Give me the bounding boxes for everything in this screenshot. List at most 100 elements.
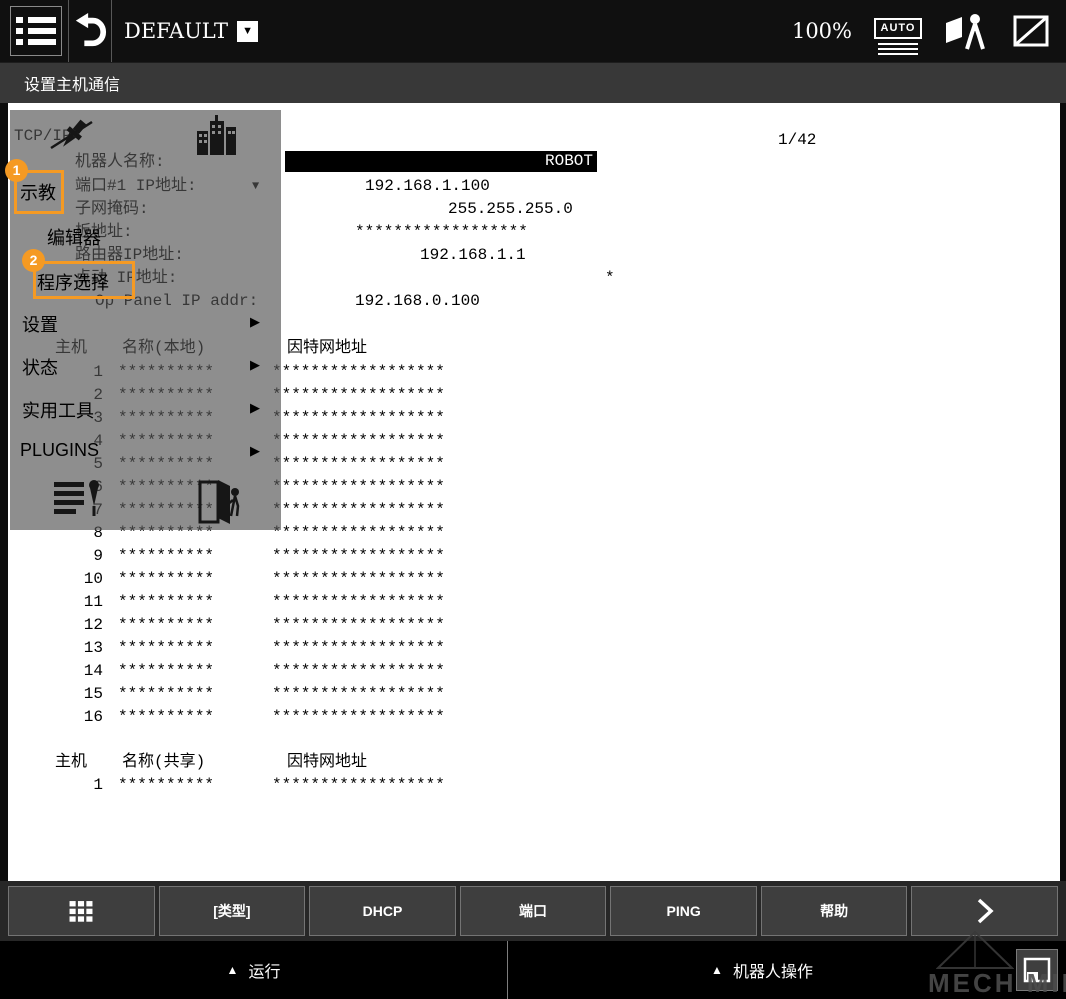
host-addr[interactable]: ****************** bbox=[272, 706, 445, 729]
host-addr[interactable]: ****************** bbox=[272, 614, 445, 637]
host-addr[interactable]: ****************** bbox=[272, 522, 445, 545]
menu-item-status[interactable]: 状态 bbox=[22, 354, 58, 380]
menu-item-plugins[interactable]: PLUGINS bbox=[20, 440, 99, 461]
exit-icon[interactable] bbox=[196, 478, 242, 531]
topbar-status-icons: 100% AUTO bbox=[792, 11, 1066, 51]
back-button[interactable] bbox=[69, 0, 111, 62]
menu-item-editor[interactable]: 编辑器 bbox=[47, 224, 101, 250]
host-idx: 11 bbox=[43, 591, 103, 614]
pin-icon[interactable] bbox=[50, 116, 94, 163]
profile-dropdown-icon: ▼ bbox=[237, 21, 258, 42]
tab-robot-operation-label: 机器人操作 bbox=[733, 958, 813, 982]
host-addr[interactable]: ****************** bbox=[272, 361, 445, 384]
operator-panel-icon[interactable] bbox=[944, 11, 988, 51]
tcpip-setup-screen: TCP/IP 1/42 机器人名称: ROBOT 端口#1 IP地址: ▼ 19… bbox=[8, 103, 1060, 881]
port1-ip-value[interactable]: 192.168.1.100 bbox=[365, 175, 490, 197]
column-header: 因特网地址 bbox=[287, 751, 367, 773]
host-idx: 1 bbox=[43, 774, 103, 797]
fkey-port[interactable]: 端口 bbox=[460, 886, 607, 936]
host-idx: 10 bbox=[43, 568, 103, 591]
host-idx: 12 bbox=[43, 614, 103, 637]
column-header: 名称(共享) bbox=[122, 751, 205, 773]
menu-item-utilities[interactable]: 实用工具 bbox=[22, 397, 94, 423]
subnet-mask-value[interactable]: 255.255.255.0 bbox=[448, 198, 573, 220]
pinned-list-icon[interactable] bbox=[52, 476, 104, 527]
profile-selector[interactable]: DEFAULT ▼ bbox=[112, 19, 270, 43]
buildings-icon[interactable] bbox=[193, 113, 239, 162]
host-name[interactable]: ********** bbox=[118, 591, 214, 614]
host-addr[interactable]: ****************** bbox=[272, 683, 445, 706]
screen-disabled-icon[interactable] bbox=[1010, 13, 1052, 49]
shared-hosts-header: 主机 名称(共享) 因特网地址 bbox=[8, 751, 1060, 773]
host-row: 1**************************** bbox=[8, 774, 1060, 797]
host-name[interactable]: ********** bbox=[118, 706, 214, 729]
host-name[interactable]: ********** bbox=[118, 545, 214, 568]
host-row: 10**************************** bbox=[8, 568, 1060, 591]
host-row: 9**************************** bbox=[8, 545, 1060, 568]
back-arrow-icon bbox=[73, 13, 107, 49]
host-addr[interactable]: ****************** bbox=[272, 637, 445, 660]
step-1-badge: 1 bbox=[5, 159, 28, 182]
tab-arrow-icon: ▲ bbox=[711, 963, 723, 977]
host-row: 14**************************** bbox=[8, 660, 1060, 683]
host-name[interactable]: ********** bbox=[118, 683, 214, 706]
column-header: 因特网地址 bbox=[287, 337, 367, 359]
op-panel-ip-value[interactable]: 192.168.0.100 bbox=[355, 290, 480, 312]
host-addr[interactable]: ****************** bbox=[272, 568, 445, 591]
robot-name-value[interactable]: ROBOT bbox=[285, 151, 597, 172]
fkey-ping[interactable]: PING bbox=[610, 886, 757, 936]
function-key-bar: [类型] DHCP 端口 PING 帮助 bbox=[0, 881, 1066, 941]
menu-item-setup[interactable]: 设置 bbox=[22, 311, 58, 337]
host-name[interactable]: ********** bbox=[118, 614, 214, 637]
fkey-help[interactable]: 帮助 bbox=[761, 886, 908, 936]
tab-run[interactable]: ▲ 运行 bbox=[0, 941, 507, 999]
host-addr[interactable]: ****************** bbox=[272, 384, 445, 407]
auto-label: AUTO bbox=[874, 18, 922, 39]
host-addr[interactable]: ****************** bbox=[272, 453, 445, 476]
host-addr[interactable]: ****************** bbox=[272, 774, 445, 797]
window-layout-icon[interactable] bbox=[1016, 949, 1058, 991]
host-name[interactable]: ********** bbox=[118, 774, 214, 797]
speed-override[interactable]: 100% bbox=[792, 19, 852, 43]
dropdown-glyph: ▼ bbox=[242, 26, 253, 37]
jog-ip-value[interactable]: * bbox=[605, 267, 615, 289]
host-addr[interactable]: ****************** bbox=[272, 476, 445, 499]
column-header: 主机 bbox=[55, 751, 87, 773]
host-idx: 16 bbox=[43, 706, 103, 729]
host-idx: 15 bbox=[43, 683, 103, 706]
screen-title: 设置主机通信 bbox=[24, 71, 120, 95]
host-name[interactable]: ********** bbox=[118, 660, 214, 683]
submenu-arrow-icon: ▶ bbox=[250, 357, 260, 373]
host-row: 12**************************** bbox=[8, 614, 1060, 637]
tab-run-label: 运行 bbox=[248, 958, 280, 982]
teach-pendant-screen: DEFAULT ▼ 100% AUTO bbox=[0, 0, 1066, 999]
step-2-badge: 2 bbox=[22, 249, 45, 272]
grid-icon bbox=[68, 899, 94, 923]
page-indicator: 1/42 bbox=[778, 129, 816, 151]
fkey-dhcp[interactable]: DHCP bbox=[309, 886, 456, 936]
host-row: 13**************************** bbox=[8, 637, 1060, 660]
host-idx: 14 bbox=[43, 660, 103, 683]
fkey-next[interactable] bbox=[911, 886, 1058, 936]
fkey-type[interactable]: [类型] bbox=[159, 886, 306, 936]
main-menu-button[interactable] bbox=[10, 6, 62, 56]
profile-name: DEFAULT bbox=[124, 19, 228, 43]
host-addr[interactable]: ****************** bbox=[272, 591, 445, 614]
router-ip-value[interactable]: 192.168.1.1 bbox=[420, 244, 526, 266]
auto-mode-icon[interactable]: AUTO bbox=[874, 18, 922, 45]
host-addr[interactable]: ****************** bbox=[272, 545, 445, 568]
host-addr[interactable]: ****************** bbox=[272, 499, 445, 522]
fkey-menu-grid[interactable] bbox=[8, 886, 155, 936]
host-addr[interactable]: ****************** bbox=[272, 430, 445, 453]
board-address-value[interactable]: ****************** bbox=[355, 221, 528, 243]
host-addr[interactable]: ****************** bbox=[272, 407, 445, 430]
host-idx: 9 bbox=[43, 545, 103, 568]
host-name[interactable]: ********** bbox=[118, 637, 214, 660]
host-addr[interactable]: ****************** bbox=[272, 660, 445, 683]
host-row: 16**************************** bbox=[8, 706, 1060, 729]
host-row: 15**************************** bbox=[8, 683, 1060, 706]
submenu-arrow-icon: ▶ bbox=[250, 443, 260, 459]
tab-robot-operation[interactable]: ▲ 机器人操作 bbox=[508, 941, 1016, 999]
host-name[interactable]: ********** bbox=[118, 568, 214, 591]
next-chevron-icon bbox=[973, 896, 997, 926]
